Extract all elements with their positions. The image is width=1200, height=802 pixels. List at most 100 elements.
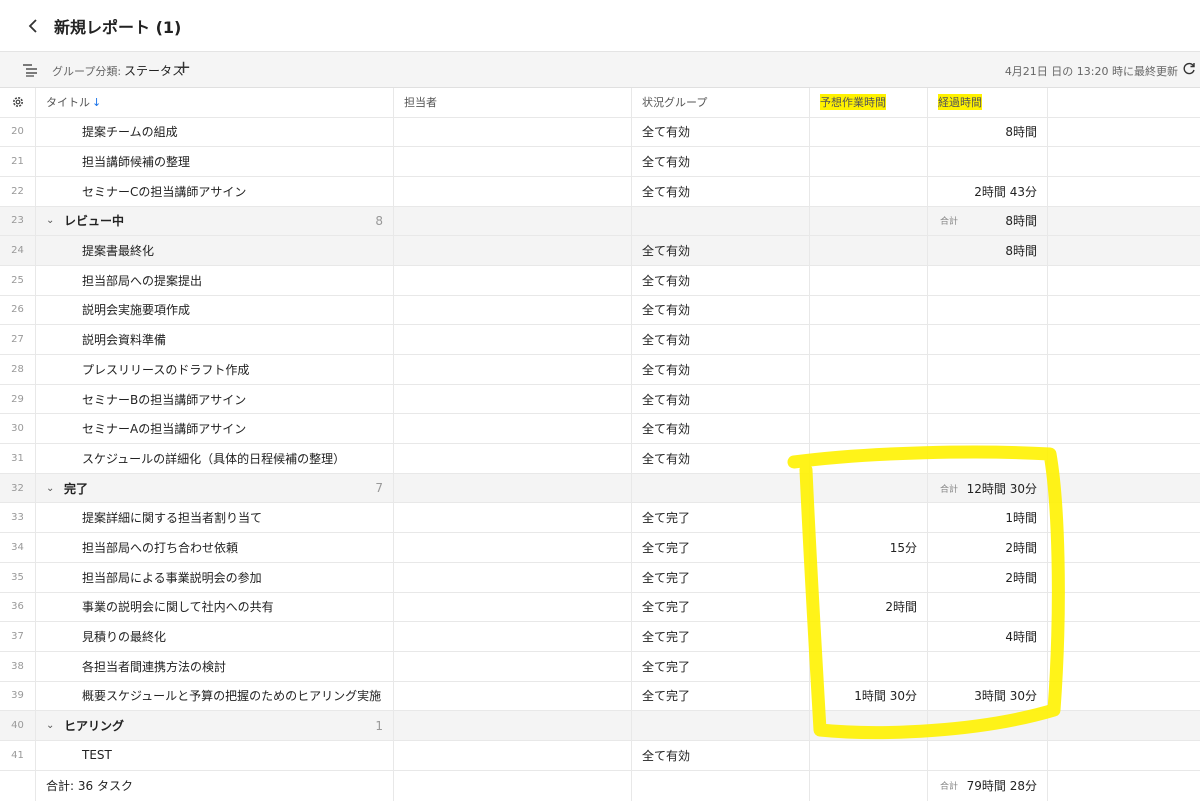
estimate-cell[interactable] — [810, 444, 928, 473]
task-title[interactable]: 提案書最終化 — [36, 236, 394, 265]
status-cell[interactable]: 全て完了 — [632, 592, 810, 622]
elapsed-cell[interactable] — [928, 414, 1048, 444]
assignee-cell[interactable] — [394, 651, 632, 681]
sort-arrow-icon[interactable]: ↓ — [92, 96, 101, 109]
estimate-cell[interactable]: 15分 — [810, 533, 928, 562]
group-by-icon[interactable] — [22, 63, 38, 77]
estimate-cell[interactable] — [810, 236, 928, 265]
estimate-cell[interactable]: 1時間 30分 — [810, 681, 928, 711]
elapsed-cell[interactable] — [928, 355, 1048, 384]
table-row[interactable]: 30 セミナーAの担当講師アサイン 全て有効 — [0, 414, 1200, 445]
task-title[interactable]: 担当部局への打ち合わせ依頼 — [36, 533, 394, 562]
task-title[interactable]: セミナーBの担当講師アサイン — [36, 384, 394, 414]
task-title[interactable]: 提案詳細に関する担当者割り当て — [36, 503, 394, 533]
assignee-cell[interactable] — [394, 503, 632, 533]
assignee-cell[interactable] — [394, 147, 632, 176]
back-arrow-icon[interactable] — [22, 14, 44, 38]
group-row[interactable]: 32 ⌄ 完了 7 合計 12時間 30分 — [0, 473, 1200, 504]
table-row[interactable]: 38 各担当者間連携方法の検討 全て完了 — [0, 651, 1200, 682]
task-title[interactable]: 担当講師候補の整理 — [36, 147, 394, 176]
status-cell[interactable]: 全て完了 — [632, 533, 810, 562]
task-title[interactable]: 概要スケジュールと予算の把握のためのヒアリング実施 — [36, 681, 394, 711]
status-cell[interactable]: 全て有効 — [632, 325, 810, 354]
table-row[interactable]: 35 担当部局による事業説明会の参加 全て完了 2時間 — [0, 562, 1200, 593]
assignee-cell[interactable] — [394, 533, 632, 562]
group-row[interactable]: 40 ⌄ ヒアリング 1 — [0, 711, 1200, 741]
status-cell[interactable]: 全て有効 — [632, 444, 810, 473]
status-cell[interactable]: 全て有効 — [632, 740, 810, 770]
assignee-cell[interactable] — [394, 265, 632, 295]
table-row[interactable]: 25 担当部局への提案提出 全て有効 — [0, 265, 1200, 296]
assignee-cell[interactable] — [394, 176, 632, 206]
estimate-cell[interactable] — [810, 651, 928, 681]
estimate-cell[interactable]: 2時間 — [810, 592, 928, 622]
table-row[interactable]: 20 提案チームの組成 全て有効 8時間 — [0, 117, 1200, 148]
elapsed-cell[interactable] — [928, 147, 1048, 176]
elapsed-cell[interactable]: 2時間 — [928, 562, 1048, 592]
estimate-cell[interactable] — [810, 503, 928, 533]
group-row[interactable]: 23 ⌄ レビュー中 8 合計 8時間 — [0, 206, 1200, 237]
task-title[interactable]: 担当部局による事業説明会の参加 — [36, 562, 394, 592]
status-cell[interactable]: 全て有効 — [632, 147, 810, 176]
estimate-cell[interactable] — [810, 325, 928, 354]
assignee-cell[interactable] — [394, 444, 632, 473]
elapsed-cell[interactable]: 8時間 — [928, 117, 1048, 147]
refresh-icon[interactable] — [1182, 62, 1196, 76]
table-row[interactable]: 41 TEST 全て有効 — [0, 740, 1200, 771]
status-cell[interactable]: 全て完了 — [632, 681, 810, 711]
elapsed-cell[interactable]: 2時間 — [928, 533, 1048, 562]
estimate-cell[interactable] — [810, 622, 928, 651]
gear-icon[interactable] — [11, 95, 25, 109]
chevron-down-icon[interactable]: ⌄ — [46, 720, 58, 731]
assignee-cell[interactable] — [394, 325, 632, 354]
status-cell[interactable]: 全て有効 — [632, 176, 810, 206]
elapsed-cell[interactable]: 3時間 30分 — [928, 681, 1048, 711]
column-header-assignee[interactable]: 担当者 — [394, 88, 632, 117]
table-row[interactable]: 26 説明会実施要項作成 全て有効 — [0, 295, 1200, 326]
estimate-cell[interactable] — [810, 265, 928, 295]
assignee-cell[interactable] — [394, 117, 632, 147]
status-cell[interactable]: 全て完了 — [632, 622, 810, 651]
table-row[interactable]: 22 セミナーCの担当講師アサイン 全て有効 2時間 43分 — [0, 176, 1200, 207]
status-cell[interactable]: 全て完了 — [632, 503, 810, 533]
group-header[interactable]: ⌄ 完了 7 — [36, 473, 394, 503]
add-group-button[interactable]: + — [176, 57, 191, 78]
status-cell[interactable]: 全て有効 — [632, 355, 810, 384]
estimate-cell[interactable] — [810, 117, 928, 147]
assignee-cell[interactable] — [394, 414, 632, 444]
table-row[interactable]: 39 概要スケジュールと予算の把握のためのヒアリング実施 全て完了 1時間 30分 3時… — [0, 681, 1200, 712]
group-by-value[interactable]: ステータス — [124, 62, 184, 79]
table-row[interactable]: 28 プレスリリースのドラフト作成 全て有効 — [0, 355, 1200, 385]
table-row[interactable]: 29 セミナーBの担当講師アサイン 全て有効 — [0, 384, 1200, 415]
assignee-cell[interactable] — [394, 562, 632, 592]
task-title[interactable]: セミナーCの担当講師アサイン — [36, 176, 394, 206]
status-cell[interactable]: 全て有効 — [632, 265, 810, 295]
status-cell[interactable]: 全て有効 — [632, 384, 810, 414]
assignee-cell[interactable] — [394, 236, 632, 265]
table-row[interactable]: 34 担当部局への打ち合わせ依頼 全て完了 15分 2時間 — [0, 533, 1200, 563]
column-header-elapsed[interactable]: 経過時間 — [928, 88, 1048, 117]
status-cell[interactable]: 全て有効 — [632, 236, 810, 265]
status-cell[interactable]: 全て完了 — [632, 651, 810, 681]
elapsed-cell[interactable] — [928, 740, 1048, 770]
elapsed-cell[interactable] — [928, 384, 1048, 414]
table-row[interactable]: 36 事業の説明会に関して社内への共有 全て完了 2時間 — [0, 592, 1200, 623]
estimate-cell[interactable] — [810, 740, 928, 770]
assignee-cell[interactable] — [394, 622, 632, 651]
table-row[interactable]: 24 提案書最終化 全て有効 8時間 — [0, 236, 1200, 266]
task-title[interactable]: TEST — [36, 740, 394, 770]
chevron-down-icon[interactable]: ⌄ — [46, 483, 58, 494]
assignee-cell[interactable] — [394, 740, 632, 770]
task-title[interactable]: 見積りの最終化 — [36, 622, 394, 651]
elapsed-cell[interactable]: 8時間 — [928, 236, 1048, 265]
table-row[interactable]: 21 担当講師候補の整理 全て有効 — [0, 147, 1200, 177]
elapsed-cell[interactable] — [928, 265, 1048, 295]
task-title[interactable]: スケジュールの詳細化（具体的日程候補の整理） — [36, 444, 394, 473]
task-title[interactable]: セミナーAの担当講師アサイン — [36, 414, 394, 444]
task-title[interactable]: 説明会実施要項作成 — [36, 295, 394, 325]
status-cell[interactable]: 全て有効 — [632, 295, 810, 325]
chevron-down-icon[interactable]: ⌄ — [46, 215, 58, 226]
status-cell[interactable]: 全て完了 — [632, 562, 810, 592]
elapsed-cell[interactable] — [928, 651, 1048, 681]
group-header[interactable]: ⌄ レビュー中 8 — [36, 206, 394, 236]
